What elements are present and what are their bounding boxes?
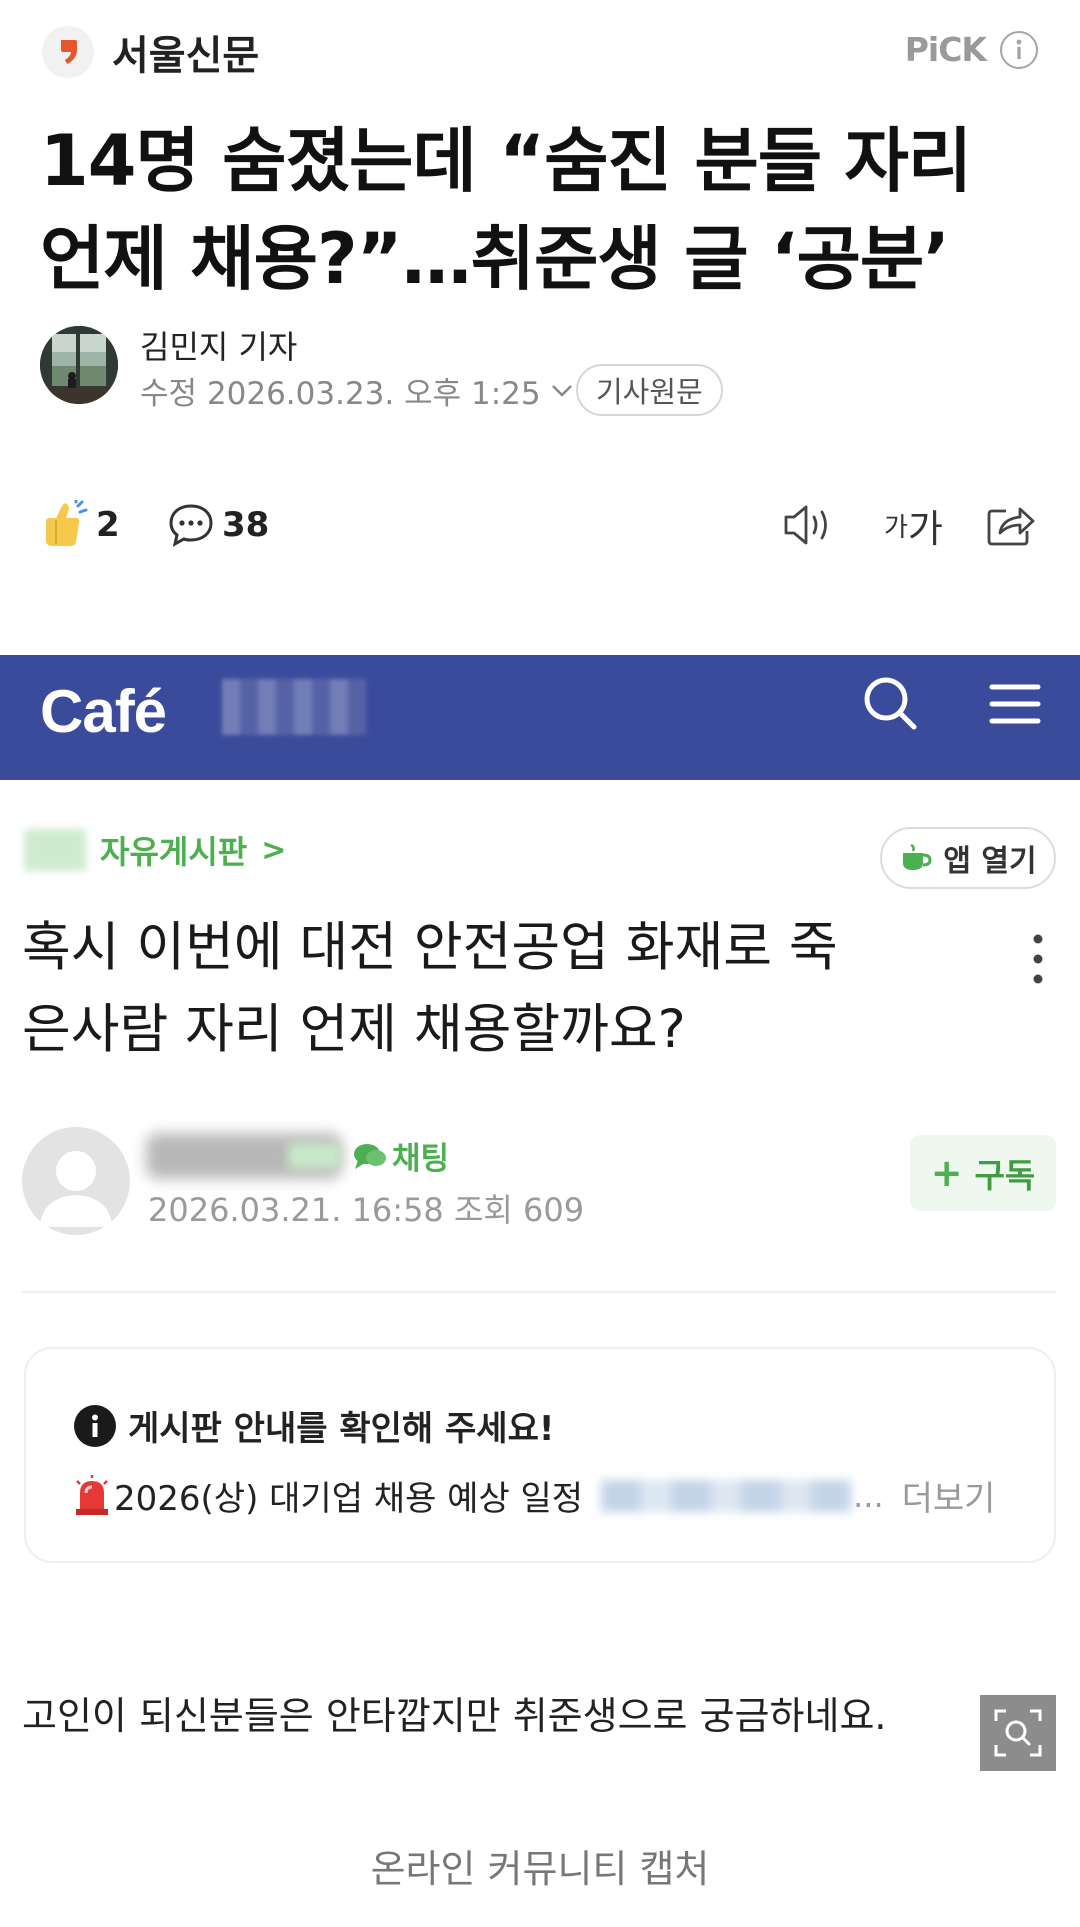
subscribe-label: 구독 [974,1156,1036,1195]
post-title-line-2: 은사람 자리 언제 채용할까요? [22,999,686,1060]
chevron-down-icon [551,384,572,397]
chat-bubble-icon [354,1143,386,1169]
byline: 김민지 기자 수정 2026.03.23. 오후 1:25 기사원문 [40,322,1040,416]
original-article-button[interactable]: 기사원문 [576,364,723,416]
press-logo[interactable] [42,26,94,78]
like-count: 2 [96,505,120,545]
font-size-button[interactable]: 가가 [884,490,943,560]
open-app-pill: 앱 열기 [880,827,1056,889]
image-caption: 온라인 커뮤니티 캡처 [370,1847,710,1891]
headline-line-2: 언제 채용?”…취준생 글 ‘공분’ [40,218,950,300]
notice-item-text: 2026(상) 대기업 채용 예상 일정 [114,1479,584,1519]
share-button[interactable] [986,490,1036,560]
cafe-header: Café [0,655,1080,780]
post-title-line-1: 혹시 이번에 대전 안전공업 화재로 죽 [22,917,838,978]
font-size-small-glyph: 가 [884,512,908,543]
board-prefix-blurred [24,829,86,871]
notice-item-blurred [601,1479,852,1512]
comment-icon [169,504,213,547]
pick-label: PiCK [904,30,987,69]
image-zoom-button[interactable] [980,1695,1056,1771]
info-icon [74,1404,116,1447]
author-avatar [22,1127,130,1235]
thumbs-up-icon [46,500,88,546]
reporter-name[interactable]: 김민지 기자 [140,322,297,368]
notice-ellipsis: ... [853,1476,884,1515]
speaker-icon [784,505,827,545]
notice-header: 게시판 안내를 확인해 주세요! [74,1401,554,1450]
press-bar: 서울신문 PiCK [42,24,1038,80]
divider [22,1291,1056,1293]
cafe-cup-icon [903,843,932,870]
cafe-name-blurred [222,679,366,735]
notice-title: 게시판 안내를 확인해 주세요! [128,1409,555,1449]
post-meta: 2026.03.21. 16:58 조회 609 [148,1191,585,1229]
press-name[interactable]: 서울신문 [112,23,259,81]
dateline[interactable]: 수정 2026.03.23. 오후 1:25 [140,368,573,413]
article-headline: 14명 숨졌는데 “숨진 분들 자리 언제 채용?”…취준생 글 ‘공분’ [40,112,1040,308]
comment-count: 38 [222,505,270,545]
siren-icon [76,1474,108,1515]
share-icon [987,507,1035,546]
more-vertical-icon [1033,934,1043,984]
open-app-label: 앱 열기 [943,844,1037,879]
text-to-speech-button[interactable] [782,490,836,560]
headline-line-1: 14명 숨졌는데 “숨진 분들 자리 [40,120,972,202]
notice-more-link: 더보기 [901,1479,996,1519]
modified-label: 수정 [140,376,198,412]
author-badge-blurred [288,1143,340,1169]
post-title: 혹시 이번에 대전 안전공업 화재로 죽 은사람 자리 언제 채용할까요? [22,907,982,1071]
zoom-search-icon [994,1709,1042,1757]
board-notice-box: 게시판 안내를 확인해 주세요! 2026(상) 대기업 채용 예상 일정 ..… [24,1347,1056,1563]
board-name: 자유게시판 [100,833,248,871]
notice-item: 2026(상) 대기업 채용 예상 일정 ... 더보기 [72,1471,1042,1520]
cafe-logo: Café [40,678,167,745]
comment-button[interactable]: 38 [168,490,269,560]
font-size-large-glyph: 가 [907,506,943,551]
default-profile-icon [40,1151,112,1227]
pick-badge[interactable]: PiCK [905,30,1038,69]
chat-link: 채팅 [352,1133,449,1178]
modified-datetime: 2026.03.23. 오후 1:25 [206,376,541,412]
community-screenshot: Café 자유게시판 > 앱 열기 혹시 이번에 대전 안전공업 화재로 죽 은… [0,655,1080,1785]
search-icon [864,677,917,730]
article-action-bar: 2 38 가가 [42,490,1040,560]
plus-icon: + [930,1151,963,1195]
reporter-avatar[interactable] [40,326,118,404]
press-logo-icon [61,40,77,64]
board-arrow: > [261,832,287,868]
board-breadcrumb: 자유게시판 > [24,827,286,873]
post-body: 고인이 되신분들은 안타깝지만 취준생으로 궁금하네요. [22,1694,887,1738]
chat-label: 채팅 [392,1141,450,1177]
subscribe-button: + 구독 [910,1135,1056,1211]
menu-icon [989,684,1041,724]
post-author-row: 채팅 2026.03.21. 16:58 조회 609 + 구독 [22,1125,1062,1235]
like-button[interactable]: 2 [42,490,120,560]
info-icon[interactable] [1000,30,1038,69]
